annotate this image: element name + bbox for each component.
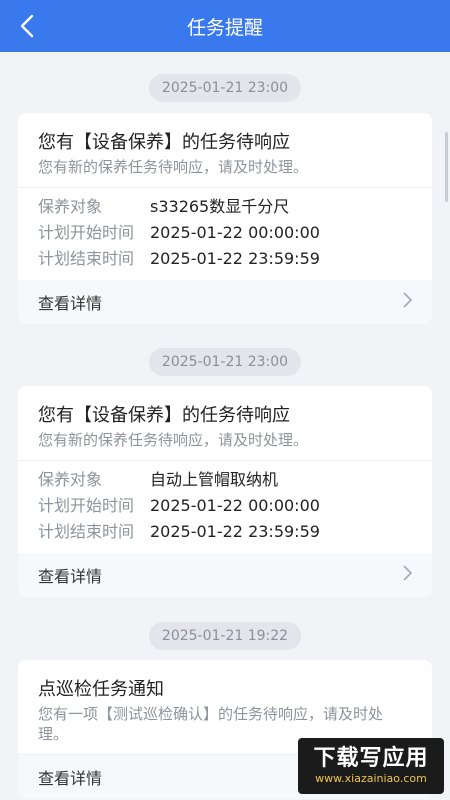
detail-label: 计划开始时间 — [38, 496, 135, 515]
detail-value: 2025-01-22 00:00:00 — [150, 496, 320, 515]
view-details-button[interactable]: 查看详情 — [18, 280, 432, 324]
detail-value: s33265数显千分尺 — [150, 197, 290, 216]
detail-label: 计划结束时间 — [38, 249, 135, 268]
card-title: 点巡检任务通知 — [38, 679, 164, 700]
timestamp-row: 2025-01-21 23:00 — [0, 74, 450, 102]
timestamp-row: 2025-01-21 19:22 — [0, 622, 450, 650]
detail-label: 计划开始时间 — [38, 223, 135, 242]
detail-value: 2025-01-22 23:59:59 — [150, 249, 320, 268]
timestamp-row: 2025-01-21 23:00 — [0, 348, 450, 376]
detail-row: 计划结束时间 2025-01-22 23:59:59 — [38, 519, 412, 545]
scrollbar[interactable] — [445, 132, 448, 202]
detail-label: 计划结束时间 — [38, 522, 135, 541]
view-details-label: 查看详情 — [38, 769, 103, 788]
detail-row: 计划结束时间 2025-01-22 23:59:59 — [38, 246, 412, 272]
detail-label: 保养对象 — [38, 470, 103, 489]
detail-row: 保养对象 自动上管帽取纳机 — [38, 467, 412, 493]
chevron-right-icon — [403, 292, 413, 312]
view-details-button[interactable]: 查看详情 — [18, 553, 432, 597]
message-card: 您有【设备保养】的任务待响应 您有新的保养任务待响应，请及时处理。 保养对象 自… — [18, 386, 432, 597]
app-header: 任务提醒 — [0, 0, 450, 52]
site-watermark: 下载写应用 www.xiazainiao.com — [298, 738, 444, 794]
card-title: 您有【设备保养】的任务待响应 — [38, 405, 290, 426]
detail-value: 2025-01-22 23:59:59 — [150, 522, 320, 541]
card-title: 您有【设备保养】的任务待响应 — [38, 132, 290, 153]
message-card: 您有【设备保养】的任务待响应 您有新的保养任务待响应，请及时处理。 保养对象 s… — [18, 113, 432, 324]
watermark-text: 下载写应用 — [313, 746, 429, 771]
view-details-label: 查看详情 — [38, 567, 103, 586]
detail-row: 计划开始时间 2025-01-22 00:00:00 — [38, 493, 412, 519]
card-subtitle: 您有新的保养任务待响应，请及时处理。 — [38, 158, 309, 176]
page-title: 任务提醒 — [186, 16, 263, 39]
detail-label: 保养对象 — [38, 197, 103, 216]
detail-row: 计划开始时间 2025-01-22 00:00:00 — [38, 220, 412, 246]
detail-rows: 保养对象 s33265数显千分尺 计划开始时间 2025-01-22 00:00… — [18, 188, 432, 280]
chevron-left-icon — [20, 14, 34, 38]
detail-row: 保养对象 s33265数显千分尺 — [38, 194, 412, 220]
timestamp-badge: 2025-01-21 23:00 — [148, 74, 302, 102]
timestamp-badge: 2025-01-21 19:22 — [148, 622, 302, 650]
chevron-right-icon — [403, 565, 413, 585]
detail-value: 2025-01-22 00:00:00 — [150, 223, 320, 242]
timestamp-badge: 2025-01-21 23:00 — [148, 348, 302, 376]
watermark-url: www.xiazainiao.com — [315, 772, 427, 785]
view-details-label: 查看详情 — [38, 294, 103, 313]
message-list[interactable]: 2025-01-21 23:00 您有【设备保养】的任务待响应 您有新的保养任务… — [0, 52, 450, 800]
detail-value: 自动上管帽取纳机 — [150, 470, 279, 489]
detail-rows: 保养对象 自动上管帽取纳机 计划开始时间 2025-01-22 00:00:00… — [18, 461, 432, 553]
back-button[interactable] — [14, 12, 40, 40]
card-subtitle: 您有新的保养任务待响应，请及时处理。 — [38, 431, 309, 449]
